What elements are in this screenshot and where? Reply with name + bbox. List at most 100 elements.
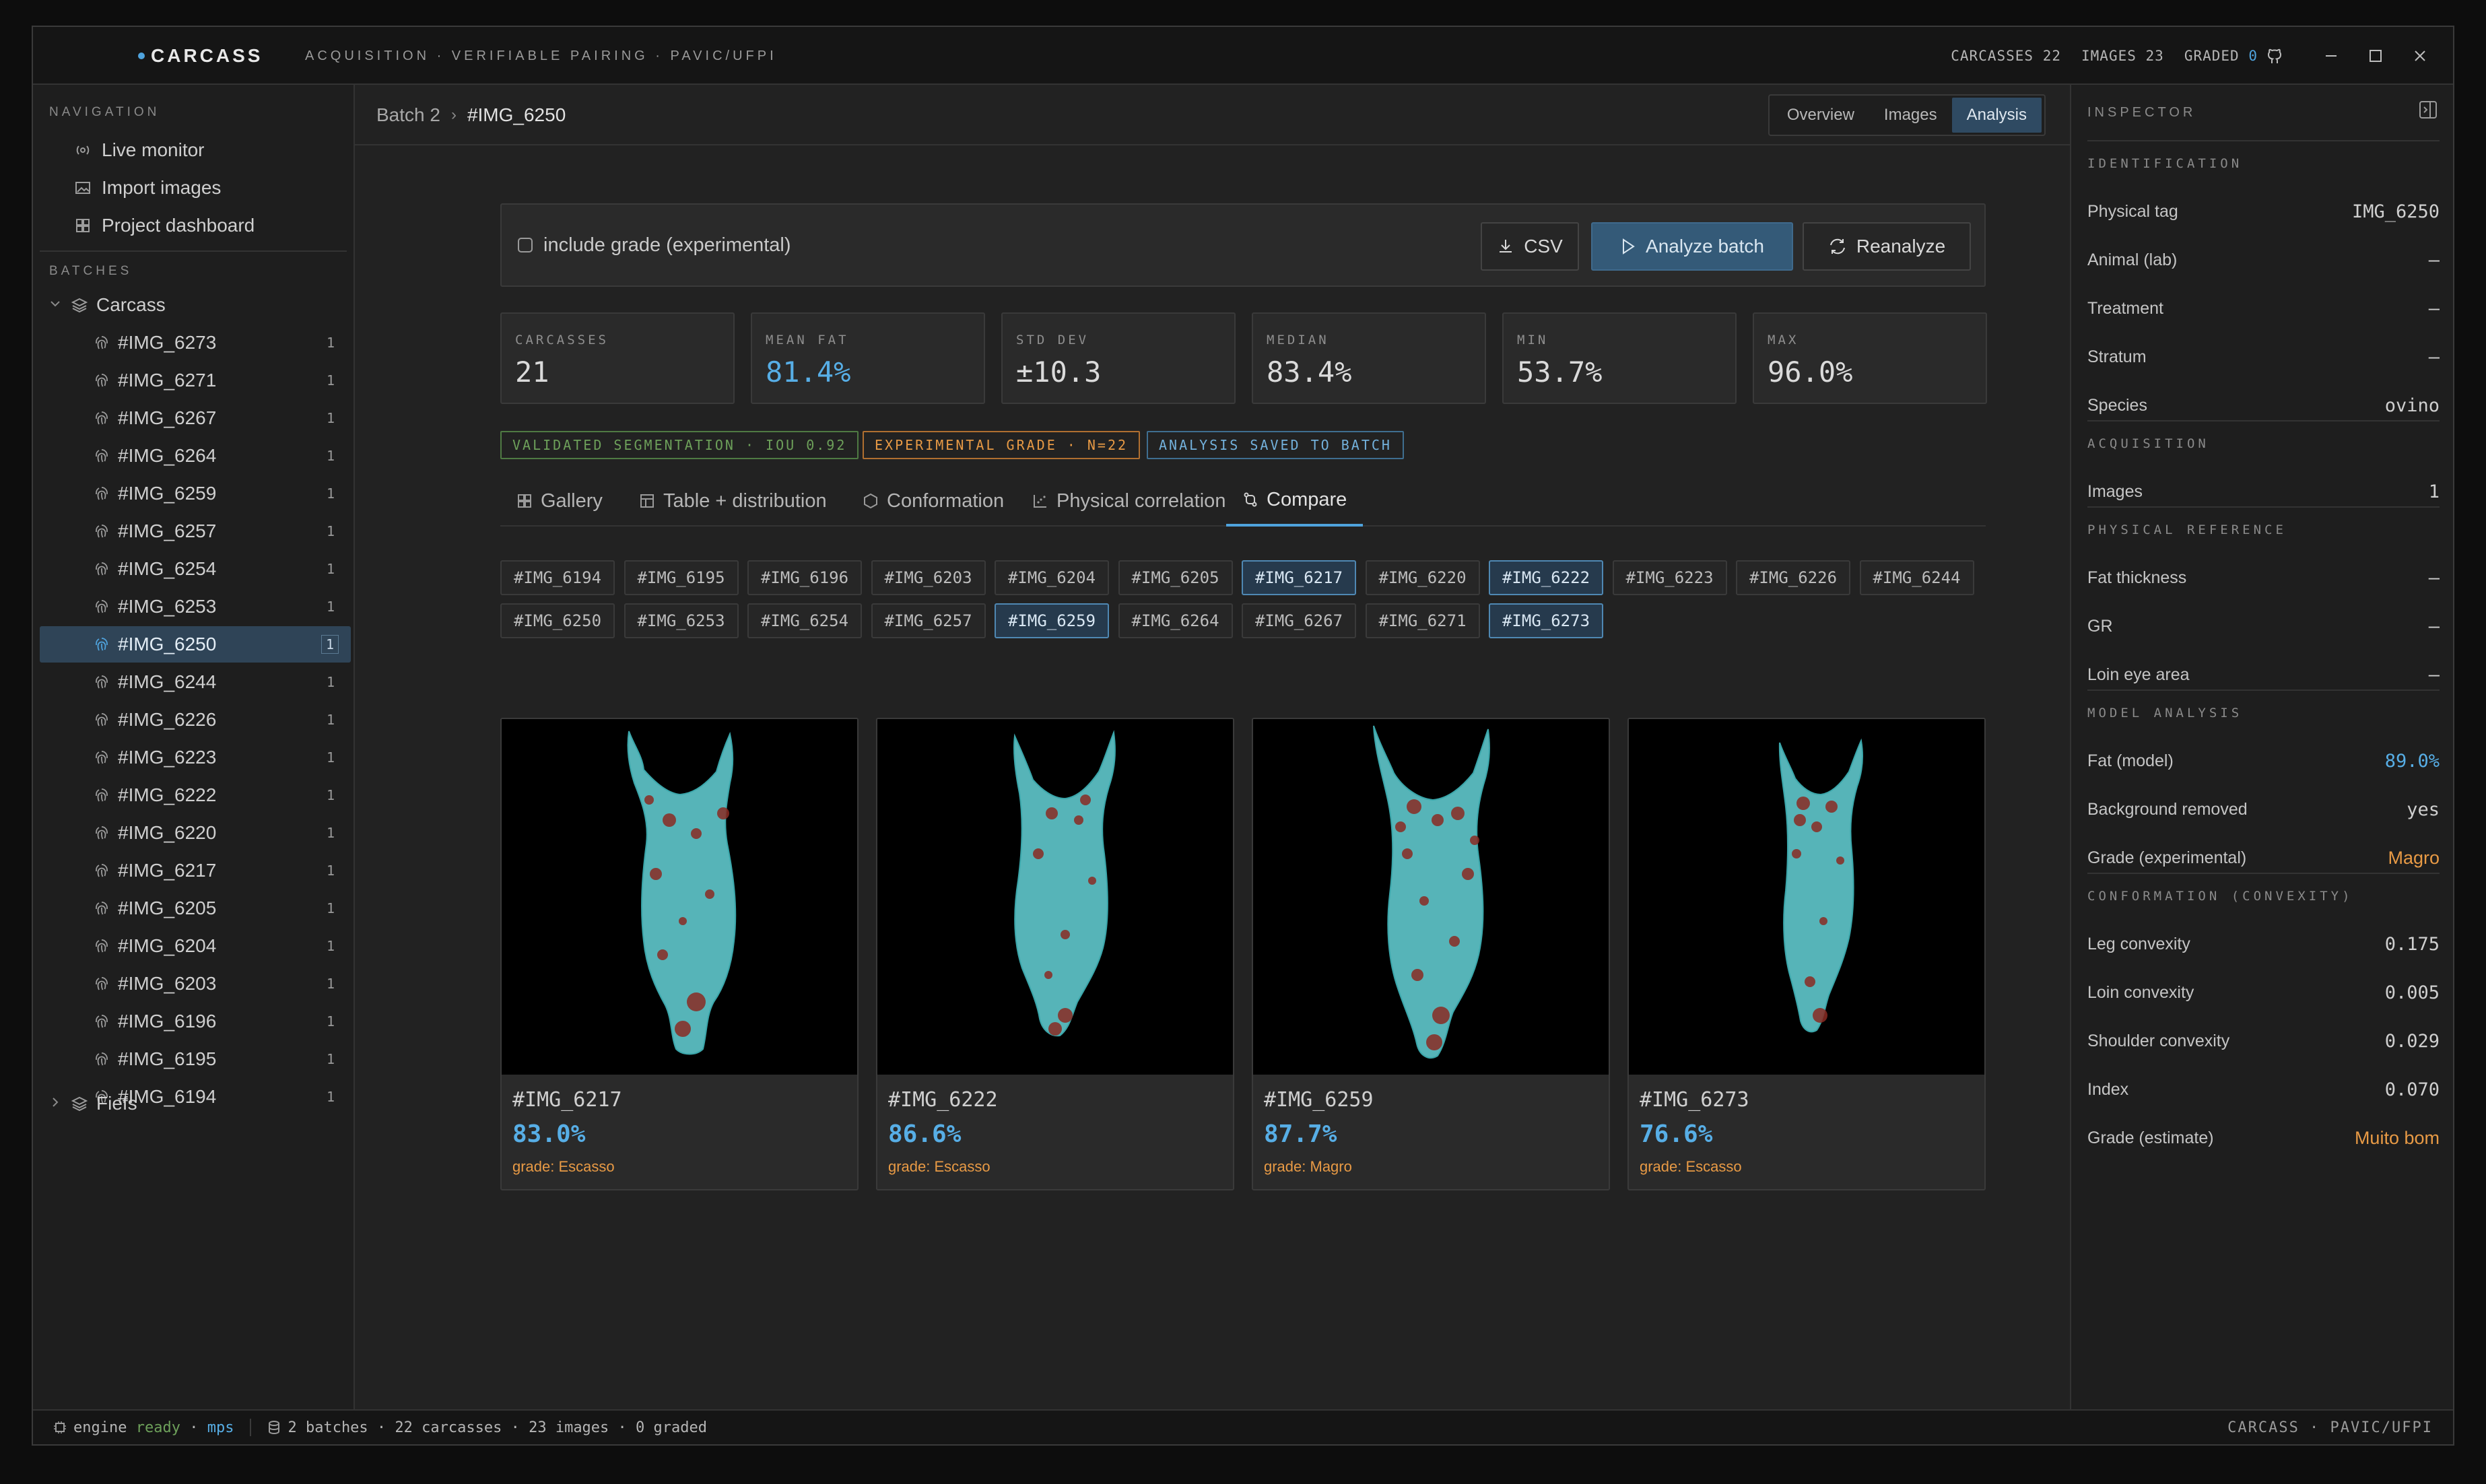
image-chip[interactable]: #IMG_6226: [1736, 560, 1850, 595]
tree-root-fiefs[interactable]: Fiefs: [40, 1085, 351, 1122]
tree-item-count: 1: [326, 787, 335, 803]
tree-item[interactable]: #IMG_6273 1: [40, 325, 351, 361]
image-icon: [75, 180, 94, 195]
tab-table-distribution[interactable]: Table + distribution: [639, 475, 827, 527]
brand-dot-icon: [138, 53, 145, 59]
tab-compare[interactable]: Compare: [1226, 475, 1364, 527]
metric-card: MEDIAN 83.4%: [1252, 312, 1486, 404]
maximize-icon[interactable]: [2361, 42, 2390, 70]
fingerprint-icon: [94, 976, 110, 992]
analyze-batch-button[interactable]: Analyze batch: [1591, 222, 1793, 271]
tree-item-label: #IMG_6222: [118, 784, 217, 805]
tree-item[interactable]: #IMG_6222 1: [40, 777, 351, 813]
image-chip[interactable]: #IMG_6259: [995, 603, 1109, 638]
fingerprint-icon: [94, 599, 110, 615]
tab-gallery[interactable]: Gallery: [516, 475, 603, 527]
breadcrumb-bar: Batch 2 › #IMG_6250 Overview Images Anal…: [355, 85, 2070, 145]
nav-import-images[interactable]: Import images: [75, 170, 221, 206]
image-chip[interactable]: #IMG_6271: [1365, 603, 1480, 638]
image-chip[interactable]: #IMG_6254: [747, 603, 862, 638]
tree-item-count: 1: [326, 1013, 335, 1030]
tree-item[interactable]: #IMG_6204 1: [40, 928, 351, 964]
tree-item[interactable]: #IMG_6205 1: [40, 890, 351, 926]
nav-project-dashboard[interactable]: Project dashboard: [75, 207, 255, 244]
breadcrumb-batch[interactable]: Batch 2: [376, 104, 440, 126]
panel-toggle-icon[interactable]: [2418, 100, 2438, 123]
image-chip[interactable]: #IMG_6194: [500, 560, 615, 595]
nav-live-monitor[interactable]: Live monitor: [75, 132, 205, 168]
image-chip[interactable]: #IMG_6195: [624, 560, 739, 595]
checkbox[interactable]: [518, 238, 533, 252]
compare-card[interactable]: #IMG_6273 76.6% grade: Escasso: [1627, 718, 1986, 1190]
inspector-value: —: [2428, 249, 2440, 271]
analyze-label: Analyze batch: [1646, 236, 1764, 257]
inspector-key: Loin eye area: [2087, 665, 2190, 684]
csv-label: CSV: [1524, 236, 1563, 257]
image-chip[interactable]: #IMG_6257: [871, 603, 986, 638]
include-grade-toggle[interactable]: include grade (experimental): [518, 205, 791, 285]
close-icon[interactable]: [2406, 42, 2434, 70]
app-subtitle: ACQUISITION · VERIFIABLE PAIRING · PAVIC…: [305, 48, 777, 63]
tree-root-carcass[interactable]: Carcass: [40, 287, 351, 323]
image-chip[interactable]: #IMG_6205: [1118, 560, 1233, 595]
play-icon: [1620, 238, 1636, 255]
chevron-down-icon[interactable]: [49, 296, 61, 314]
image-chip[interactable]: #IMG_6223: [1612, 560, 1727, 595]
image-chip[interactable]: #IMG_6273: [1489, 603, 1603, 638]
view-tab-analysis[interactable]: Analysis: [1951, 98, 2042, 133]
image-chip[interactable]: #IMG_6204: [995, 560, 1109, 595]
image-chip[interactable]: #IMG_6222: [1489, 560, 1603, 595]
tree-item[interactable]: #IMG_6244 1: [40, 664, 351, 700]
inspector-section-title: ACQUISITION: [2087, 420, 2440, 451]
compare-card[interactable]: #IMG_6259 87.7% grade: Magro: [1252, 718, 1610, 1190]
metric-label: STD DEV: [1016, 333, 1089, 347]
image-chip[interactable]: #IMG_6267: [1242, 603, 1356, 638]
image-chip[interactable]: #IMG_6196: [747, 560, 862, 595]
tree-item[interactable]: #IMG_6220 1: [40, 815, 351, 851]
view-tab-overview[interactable]: Overview: [1772, 98, 1869, 133]
main-content: Batch 2 › #IMG_6250 Overview Images Anal…: [355, 85, 2070, 1409]
tab-label: Conformation: [887, 490, 1005, 512]
tree-item[interactable]: #IMG_6267 1: [40, 400, 351, 436]
tree-item[interactable]: #IMG_6203 1: [40, 966, 351, 1002]
tree-item[interactable]: #IMG_6196 1: [40, 1003, 351, 1040]
card-image-id: #IMG_6217: [512, 1088, 622, 1112]
tree-item[interactable]: #IMG_6259 1: [40, 475, 351, 512]
graded-count: GRADED 0: [2184, 48, 2258, 64]
image-chip[interactable]: #IMG_6253: [624, 603, 739, 638]
tree-item[interactable]: #IMG_6264 1: [40, 438, 351, 474]
tree-item[interactable]: #IMG_6250 1: [40, 626, 351, 663]
compare-card[interactable]: #IMG_6217 83.0% grade: Escasso: [500, 718, 859, 1190]
image-chip[interactable]: #IMG_6220: [1365, 560, 1480, 595]
tree-item[interactable]: #IMG_6223 1: [40, 739, 351, 776]
tree-item[interactable]: #IMG_6217 1: [40, 852, 351, 889]
github-icon[interactable]: [2260, 42, 2289, 70]
tree-root-label: Carcass: [96, 294, 166, 315]
tree-root-label: Fiefs: [96, 1093, 137, 1114]
tree-item[interactable]: #IMG_6271 1: [40, 362, 351, 399]
fingerprint-icon: [94, 900, 110, 916]
minimize-icon[interactable]: [2317, 42, 2345, 70]
image-chip[interactable]: #IMG_6217: [1242, 560, 1356, 595]
chevron-right-icon[interactable]: [49, 1095, 61, 1112]
tree-item[interactable]: #IMG_6226 1: [40, 702, 351, 738]
card-fat-value: 87.7%: [1264, 1120, 1337, 1148]
tab-physical-correlation[interactable]: Physical correlation: [1032, 475, 1225, 527]
tree-item[interactable]: #IMG_6254 1: [40, 551, 351, 587]
view-tab-images[interactable]: Images: [1869, 98, 1952, 133]
image-chip[interactable]: #IMG_6264: [1118, 603, 1233, 638]
tab-conformation[interactable]: Conformation: [863, 475, 1004, 527]
csv-button[interactable]: CSV: [1481, 222, 1579, 271]
tab-label: Gallery: [541, 490, 603, 512]
inspector-row: Fat (model) 89.0%: [2087, 747, 2440, 774]
inspector-key: Species: [2087, 395, 2147, 415]
tree-item[interactable]: #IMG_6195 1: [40, 1041, 351, 1077]
reanalyze-button[interactable]: Reanalyze: [1803, 222, 1971, 271]
image-chip[interactable]: #IMG_6244: [1859, 560, 1974, 595]
image-chip[interactable]: #IMG_6250: [500, 603, 615, 638]
image-chip[interactable]: #IMG_6203: [871, 560, 986, 595]
compare-card[interactable]: #IMG_6222 86.6% grade: Escasso: [876, 718, 1234, 1190]
tree-item[interactable]: #IMG_6257 1: [40, 513, 351, 549]
tree-item[interactable]: #IMG_6253 1: [40, 588, 351, 625]
inspector-value: yes: [2407, 799, 2440, 820]
